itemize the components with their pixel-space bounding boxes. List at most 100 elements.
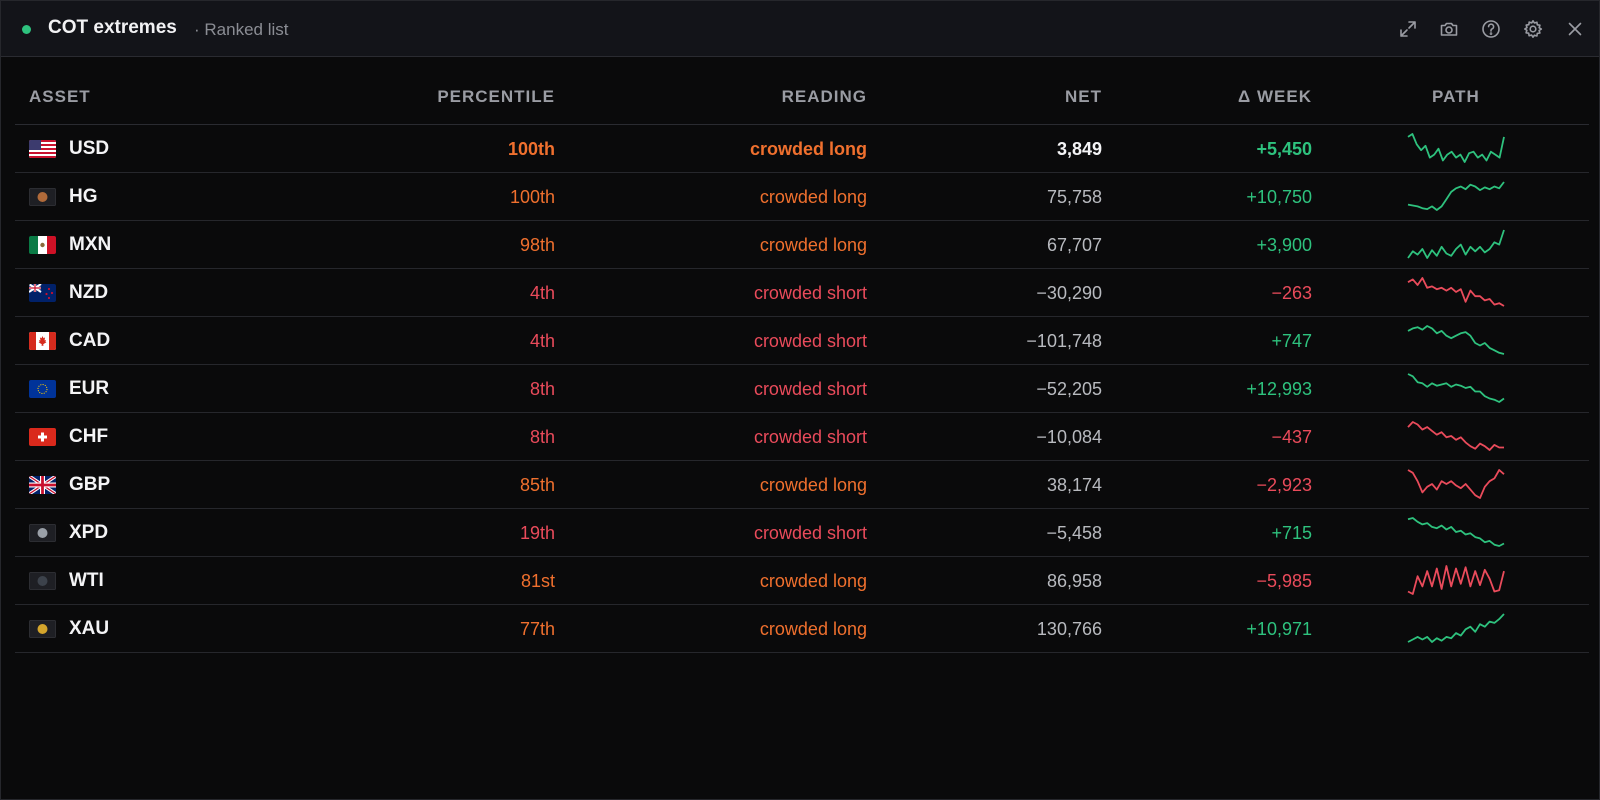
col-net[interactable]: NET xyxy=(1065,87,1102,107)
net-value: −52,205 xyxy=(1036,379,1102,399)
net-value: −10,084 xyxy=(1036,427,1102,447)
asset-symbol: XAU xyxy=(69,618,110,639)
reading-value: crowded short xyxy=(753,283,867,303)
window-title: COT extremes xyxy=(48,17,177,38)
asset-symbol: NZD xyxy=(69,282,109,303)
copper-icon xyxy=(29,188,56,206)
table-row[interactable]: WTI 81st crowded long 86,958 −5,985 xyxy=(15,557,1589,605)
table-row[interactable]: USD 100th crowded long 3,849 +5,450 xyxy=(15,125,1589,173)
path-sparkline xyxy=(1407,229,1505,259)
sparkline-path xyxy=(1407,277,1505,307)
sparkline-path xyxy=(1407,373,1505,403)
sparkline-path xyxy=(1407,613,1505,643)
table-row[interactable]: EUR 8th crowded short −52,205 +12,993 xyxy=(15,365,1589,413)
week-change-value: −5,985 xyxy=(1256,571,1312,591)
canada-flag-icon xyxy=(29,332,56,350)
sparkline-path xyxy=(1407,469,1505,499)
net-value: 38,174 xyxy=(1046,475,1102,495)
reading-value: crowded long xyxy=(759,187,867,207)
window-subtitle: · Ranked list xyxy=(194,20,289,39)
net-value: 3,849 xyxy=(1056,139,1102,159)
week-change-value: +12,993 xyxy=(1246,379,1312,399)
table-header: ASSET PERCENTILE READING NET Δ WEEK PATH xyxy=(15,71,1589,125)
asset-symbol: XPD xyxy=(69,522,109,543)
path-sparkline xyxy=(1407,421,1504,451)
net-value: −5,458 xyxy=(1046,523,1102,543)
status-dot xyxy=(22,25,31,34)
week-change-value: +747 xyxy=(1271,331,1312,351)
table-row[interactable]: XPD 19th crowded short −5,458 +715 xyxy=(15,509,1589,557)
col-week[interactable]: Δ WEEK xyxy=(1238,87,1312,107)
reading-value: crowded short xyxy=(753,331,867,351)
gold-icon xyxy=(29,620,56,638)
net-value: −101,748 xyxy=(1026,331,1102,351)
table-row[interactable]: XAU 77th crowded long 130,766 +10,971 xyxy=(15,605,1589,653)
asset-symbol: CHF xyxy=(69,426,109,447)
path-sparkline xyxy=(1407,133,1505,163)
percentile-value: 81st xyxy=(520,571,555,591)
percentile-value: 19th xyxy=(519,523,555,543)
reading-value: crowded long xyxy=(759,475,867,495)
reading-value: crowded short xyxy=(753,427,867,447)
week-change-value: −437 xyxy=(1271,427,1312,447)
percentile-value: 98th xyxy=(519,235,555,255)
sparkline-path xyxy=(1407,181,1505,211)
asset-symbol: GBP xyxy=(69,474,111,495)
percentile-value: 100th xyxy=(507,139,555,159)
percentile-value: 100th xyxy=(509,187,555,207)
percentile-value: 4th xyxy=(529,331,555,351)
expand-icon[interactable] xyxy=(1397,18,1419,40)
percentile-value: 4th xyxy=(529,283,555,303)
table-row[interactable]: CHF 8th crowded short −10,084 −437 xyxy=(15,413,1589,461)
sparkline-path xyxy=(1407,133,1505,163)
reading-value: crowded long xyxy=(759,619,867,639)
week-change-value: −263 xyxy=(1271,283,1312,303)
net-value: 75,758 xyxy=(1046,187,1102,207)
percentile-value: 8th xyxy=(529,379,555,399)
table-row[interactable]: GBP 85th crowded long 38,174 −2,923 xyxy=(15,461,1589,509)
table-row[interactable]: MXN 98th crowded long 67,707 +3,900 xyxy=(15,221,1589,269)
col-asset[interactable]: ASSET xyxy=(29,87,91,107)
help-icon[interactable] xyxy=(1480,18,1502,40)
path-sparkline xyxy=(1407,373,1505,403)
title-bar: COT extremes · Ranked list xyxy=(1,1,1599,57)
mexico-flag-icon xyxy=(29,236,56,254)
reading-value: crowded long xyxy=(759,235,867,255)
percentile-value: 77th xyxy=(519,619,555,639)
us-flag-icon xyxy=(29,140,56,158)
cot-extremes-window: COT extremes · Ranked list ASSET PERCENT… xyxy=(0,0,1600,800)
net-value: 130,766 xyxy=(1036,619,1102,639)
week-change-value: +715 xyxy=(1271,523,1312,543)
gear-icon[interactable] xyxy=(1522,18,1544,40)
table-body: USD 100th crowded long 3,849 +5,450 HG 100th cr… xyxy=(15,125,1589,653)
swiss-flag-icon xyxy=(29,428,56,446)
col-path[interactable]: PATH xyxy=(1432,87,1480,107)
asset-symbol: HG xyxy=(69,186,98,207)
table-row[interactable]: HG 100th crowded long 75,758 +10,750 xyxy=(15,173,1589,221)
sparkline-path xyxy=(1407,565,1505,595)
asset-symbol: USD xyxy=(69,138,110,159)
sparkline-path xyxy=(1407,421,1504,451)
sparkline-path xyxy=(1407,517,1505,547)
ranked-table: ASSET PERCENTILE READING NET Δ WEEK PATH… xyxy=(15,71,1589,653)
col-reading[interactable]: READING xyxy=(782,87,867,107)
net-value: 86,958 xyxy=(1046,571,1102,591)
week-change-value: −2,923 xyxy=(1256,475,1312,495)
close-icon[interactable] xyxy=(1564,18,1586,40)
reading-value: crowded long xyxy=(759,571,867,591)
table-row[interactable]: CAD 4th crowded short −101,748 +747 xyxy=(15,317,1589,365)
path-sparkline xyxy=(1407,181,1505,211)
path-sparkline xyxy=(1407,277,1505,307)
week-change-value: +10,750 xyxy=(1246,187,1312,207)
sparkline-path xyxy=(1407,325,1505,355)
camera-icon[interactable] xyxy=(1438,18,1460,40)
palladium-icon xyxy=(29,524,56,542)
asset-symbol: WTI xyxy=(69,570,104,591)
week-change-value: +3,900 xyxy=(1256,235,1312,255)
col-percentile[interactable]: PERCENTILE xyxy=(437,87,555,107)
reading-value: crowded short xyxy=(753,379,867,399)
table-row[interactable]: NZD 4th crowded short −30,290 −263 xyxy=(15,269,1589,317)
asset-symbol: CAD xyxy=(69,330,111,351)
path-sparkline xyxy=(1407,613,1505,643)
reading-value: crowded short xyxy=(753,523,867,543)
